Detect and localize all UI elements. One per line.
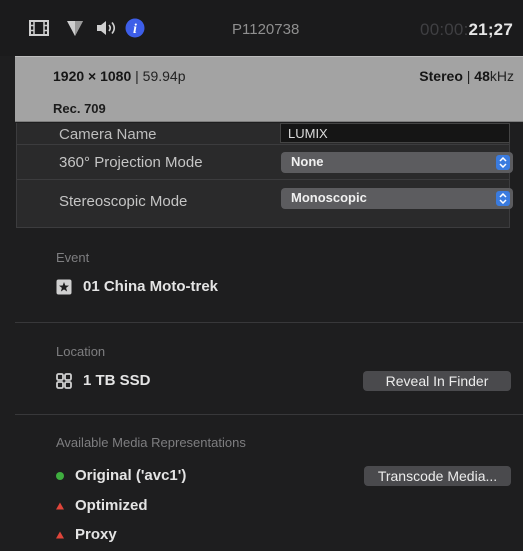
stereoscopic-mode-value: Monoscopic: [291, 190, 367, 205]
media-section-label: Available Media Representations: [56, 435, 246, 450]
audio-icon[interactable]: [95, 19, 121, 37]
divider: [15, 322, 523, 323]
clip-info-header: 1920 × 1080 | 59.94p Stereo | 48kHz Rec.…: [15, 56, 523, 122]
metadata-row-stereoscopic-mode: Stereoscopic Mode Monoscopic: [17, 180, 513, 228]
transcode-media-button[interactable]: Transcode Media...: [364, 466, 511, 486]
divider: [15, 414, 523, 415]
warning-triangle-icon: [56, 498, 64, 514]
event-item: 01 China Moto-trek: [56, 278, 218, 295]
media-name-original: Original ('avc1'): [75, 467, 187, 484]
stereoscopic-mode-label: Stereoscopic Mode: [59, 193, 188, 210]
media-item-proxy: Proxy: [56, 526, 117, 543]
filter-icon[interactable]: [66, 19, 84, 37]
projection-mode-select[interactable]: None: [281, 152, 513, 173]
timecode-bright: 21;27: [468, 20, 513, 39]
info-icon[interactable]: i: [125, 18, 145, 38]
location-name: 1 TB SSD: [83, 372, 151, 389]
media-item-original: Original ('avc1'): [56, 467, 186, 484]
audio-channels: Stereo: [419, 68, 463, 84]
audio-summary: Stereo | 48kHz: [419, 68, 514, 84]
camera-name-field[interactable]: LUMIX: [280, 123, 510, 143]
chevron-up-down-icon: [496, 155, 510, 170]
star-icon: [56, 279, 72, 295]
location-section-label: Location: [56, 344, 106, 359]
timecode: 00:00:21;27: [420, 20, 513, 40]
resolution: 1920 × 1080: [53, 68, 132, 84]
format-summary: 1920 × 1080 | 59.94p: [53, 68, 186, 84]
film-icon[interactable]: [29, 20, 49, 36]
svg-text:i: i: [133, 22, 137, 37]
media-name-proxy: Proxy: [75, 526, 117, 543]
event-section-label: Event: [56, 250, 90, 265]
metadata-row-projection-mode: 360° Projection Mode None: [17, 145, 513, 180]
frame-rate: 59.94p: [142, 68, 186, 84]
sample-rate-value: 48: [474, 68, 490, 84]
metadata-table: Camera Name LUMIX 360° Projection Mode N…: [16, 123, 513, 228]
stereoscopic-mode-select[interactable]: Monoscopic: [281, 188, 513, 209]
color-space: Rec. 709: [53, 101, 106, 116]
projection-mode-value: None: [291, 154, 324, 169]
location-item: 1 TB SSD: [56, 372, 151, 389]
metadata-row-camera-name: Camera Name LUMIX: [17, 123, 510, 145]
warning-triangle-icon: [56, 527, 64, 543]
media-item-optimized: Optimized: [56, 497, 148, 514]
timecode-dim: 00:00:: [420, 20, 469, 39]
available-dot-icon: [56, 468, 64, 484]
library-icon: [56, 372, 72, 389]
clip-name: P1120738: [232, 21, 300, 38]
media-name-optimized: Optimized: [75, 497, 148, 514]
projection-mode-label: 360° Projection Mode: [59, 154, 203, 171]
camera-name-label: Camera Name: [59, 126, 157, 143]
reveal-in-finder-button[interactable]: Reveal In Finder: [363, 371, 511, 391]
event-name: 01 China Moto-trek: [83, 278, 219, 295]
sample-rate-unit: kHz: [489, 68, 514, 84]
chevron-up-down-icon: [496, 191, 510, 206]
inspector-toolbar: i P1120738 00:00:21;27: [0, 0, 523, 56]
